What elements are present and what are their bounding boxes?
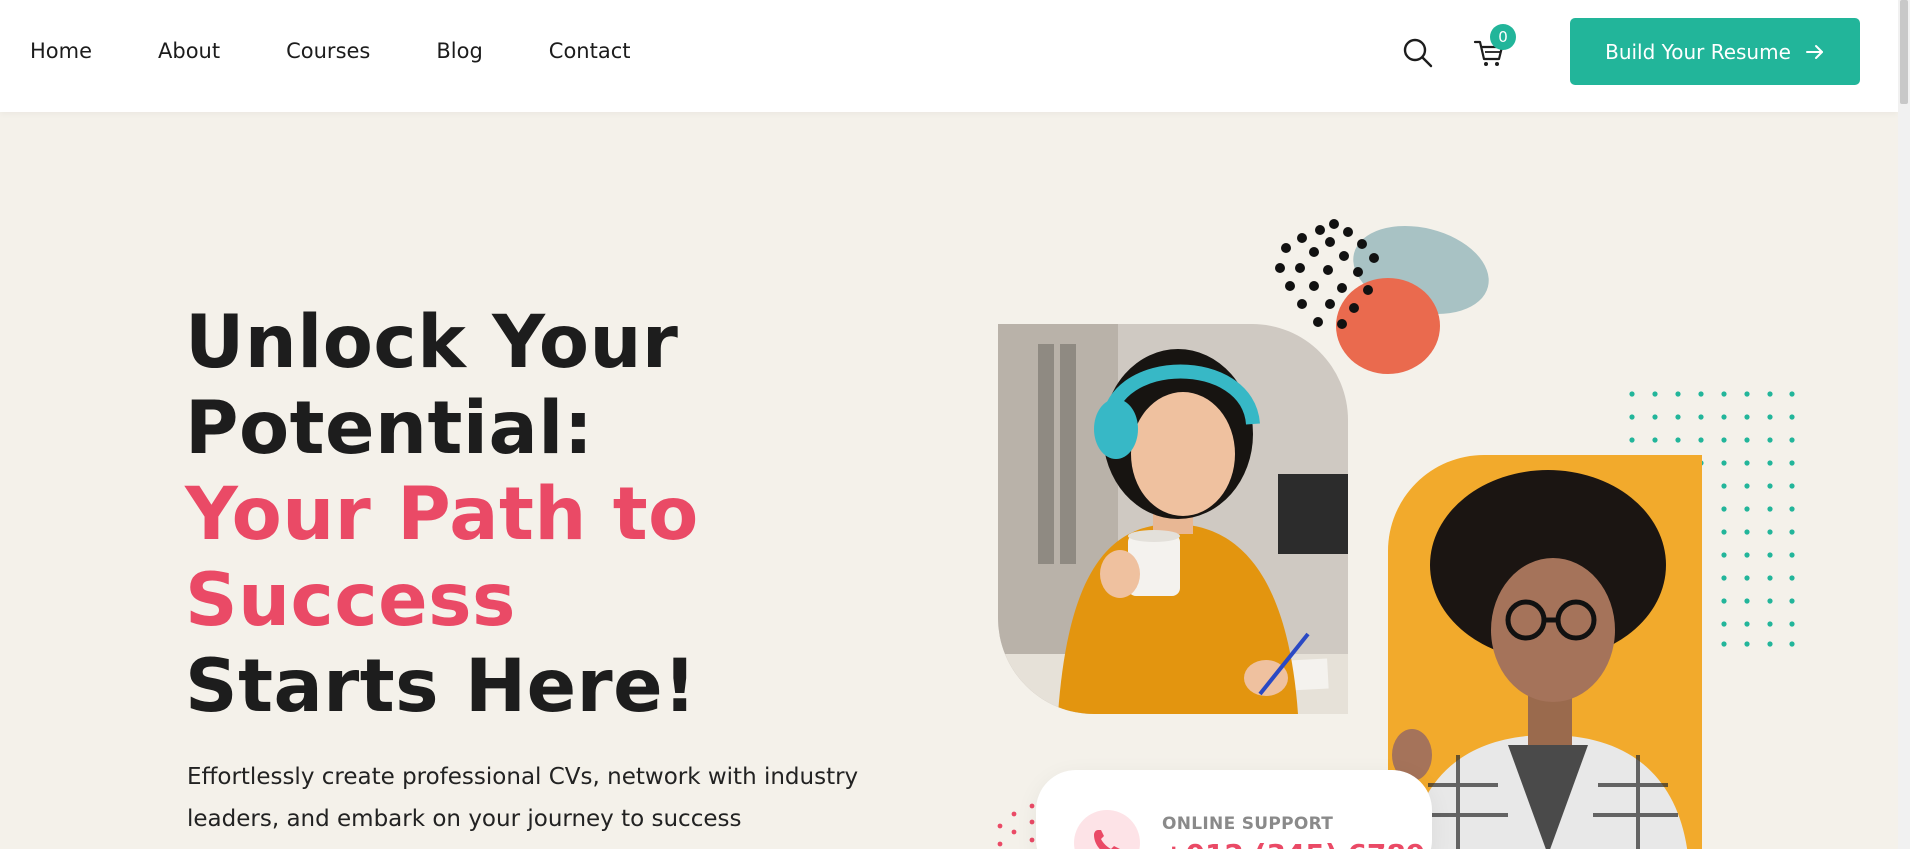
nav-courses[interactable]: Courses bbox=[286, 36, 370, 66]
nav-blog[interactable]: Blog bbox=[436, 36, 482, 66]
build-resume-label: Build Your Resume bbox=[1605, 39, 1791, 64]
hero-title-accent2: Success bbox=[185, 558, 517, 643]
hero-title-accent1: Your Path to bbox=[185, 472, 699, 557]
student-photo-man bbox=[1388, 455, 1702, 849]
hero-title-line1: Unlock Your bbox=[185, 300, 679, 385]
hero-subtitle: Effortlessly create professional CVs, ne… bbox=[187, 764, 859, 832]
nav-contact[interactable]: Contact bbox=[549, 36, 631, 66]
hero-title-line3: Starts Here! bbox=[185, 644, 697, 729]
scrollbar-thumb[interactable] bbox=[1900, 0, 1908, 104]
decorative-black-dots bbox=[1275, 219, 1379, 329]
nav-about[interactable]: About bbox=[158, 36, 220, 66]
support-label: ONLINE SUPPORT bbox=[1162, 814, 1334, 834]
hero-title: Unlock Your Potential: Your Path to Succ… bbox=[185, 300, 699, 730]
nav-home[interactable]: Home bbox=[30, 36, 92, 66]
support-phone[interactable]: +012 (345) 6789 bbox=[1162, 838, 1425, 849]
hero-title-line2: Potential: bbox=[185, 386, 594, 471]
main-nav: Home About Courses Blog Contact bbox=[30, 36, 631, 66]
search-icon[interactable] bbox=[1401, 36, 1435, 70]
cart-count-badge: 0 bbox=[1490, 24, 1516, 50]
site-header: Home About Courses Blog Contact 0 Build … bbox=[0, 0, 1898, 112]
decorative-pink-dots bbox=[997, 803, 1035, 847]
arrow-right-icon bbox=[1805, 44, 1823, 59]
page-scrollbar[interactable] bbox=[1898, 0, 1910, 849]
online-support-card[interactable]: ONLINE SUPPORT +012 (345) 6789 bbox=[1036, 770, 1432, 849]
build-resume-button[interactable]: Build Your Resume bbox=[1570, 18, 1860, 85]
student-photo-woman bbox=[998, 324, 1348, 714]
phone-icon bbox=[1074, 810, 1140, 849]
